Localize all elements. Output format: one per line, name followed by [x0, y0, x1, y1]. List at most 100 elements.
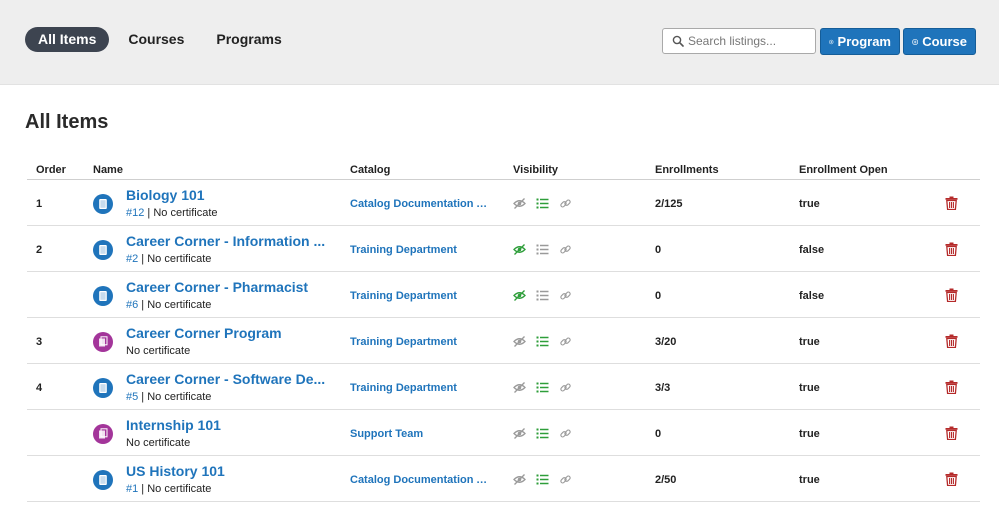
certificate-status: No certificate	[147, 483, 212, 495]
table-row: US History 101 #1 | No certificate Catal…	[27, 456, 980, 502]
hidden-eye-icon[interactable]	[513, 381, 526, 394]
delete-trash-icon[interactable]	[945, 242, 958, 257]
enrollment-open-value: true	[799, 474, 820, 486]
table-row: Internship 101 No certificate Support Te…	[27, 410, 980, 456]
list-icon[interactable]	[536, 243, 549, 256]
listing-number-link[interactable]: #5	[126, 391, 138, 403]
link-icon[interactable]	[559, 427, 572, 440]
delete-trash-icon[interactable]	[945, 426, 958, 441]
listing-subtitle: #5 | No certificate	[126, 391, 212, 403]
table-body: 1 Biology 101 #12 | No certificate Catal…	[27, 180, 980, 502]
delete-trash-icon[interactable]	[945, 288, 958, 303]
visible-eye-icon[interactable]	[513, 243, 526, 256]
add-program-button[interactable]: Program	[820, 28, 900, 55]
course-icon	[93, 286, 113, 306]
listing-name-link[interactable]: Career Corner - Software De...	[126, 371, 331, 387]
link-icon[interactable]	[559, 473, 572, 486]
catalog-link[interactable]: Training Department	[350, 382, 492, 394]
enrollments-value: 0	[655, 290, 662, 302]
listing-name-link[interactable]: US History 101	[126, 463, 331, 479]
filter-tabs: All Items Courses Programs	[25, 27, 301, 52]
listing-name-link[interactable]: Career Corner - Pharmacist	[126, 279, 331, 295]
search-input[interactable]	[688, 32, 812, 50]
visible-eye-icon[interactable]	[513, 289, 526, 302]
list-icon[interactable]	[536, 335, 549, 348]
list-icon[interactable]	[536, 381, 549, 394]
row-order: 1	[36, 198, 43, 210]
listing-subtitle: #12 | No certificate	[126, 207, 218, 219]
catalog-link[interactable]: Training Department	[350, 244, 492, 256]
add-circle-icon	[829, 39, 834, 44]
table-header: Order Name Catalog Visibility Enrollment…	[27, 159, 980, 180]
enrollment-open-value: true	[799, 336, 820, 348]
link-icon[interactable]	[559, 381, 572, 394]
listing-name-link[interactable]: Biology 101	[126, 187, 331, 203]
hidden-eye-icon[interactable]	[513, 197, 526, 210]
listings-table: Order Name Catalog Visibility Enrollment…	[27, 159, 980, 502]
listing-subtitle: #6 | No certificate	[126, 299, 212, 311]
table-row: 4 Career Corner - Software De... #5 | No…	[27, 364, 980, 410]
course-icon	[93, 194, 113, 214]
listing-name-link[interactable]: Internship 101	[126, 417, 331, 433]
tab-programs[interactable]: Programs	[203, 27, 294, 52]
catalog-link[interactable]: Support Team	[350, 428, 492, 440]
add-program-label: Program	[837, 34, 891, 49]
listing-number-link[interactable]: #6	[126, 299, 138, 311]
link-icon[interactable]	[559, 243, 572, 256]
certificate-status: No certificate	[126, 437, 191, 449]
listing-number-link[interactable]: #12	[126, 207, 144, 219]
list-icon[interactable]	[536, 289, 549, 302]
listing-subtitle: No certificate	[126, 437, 190, 449]
tab-courses[interactable]: Courses	[115, 27, 197, 52]
delete-trash-icon[interactable]	[945, 196, 958, 211]
certificate-status: No certificate	[147, 391, 212, 403]
enrollment-open-value: true	[799, 382, 820, 394]
column-header-catalog: Catalog	[350, 164, 391, 176]
catalog-link[interactable]: Catalog Documentation A...	[350, 474, 492, 486]
list-icon[interactable]	[536, 473, 549, 486]
add-circle-icon	[912, 38, 919, 45]
listing-name-link[interactable]: Career Corner Program	[126, 325, 331, 341]
catalog-link[interactable]: Training Department	[350, 336, 492, 348]
course-icon	[93, 378, 113, 398]
listing-subtitle: #2 | No certificate	[126, 253, 212, 265]
link-icon[interactable]	[559, 197, 572, 210]
enrollment-open-value: true	[799, 198, 820, 210]
tab-all-items[interactable]: All Items	[25, 27, 110, 52]
listing-name-link[interactable]: Career Corner - Information ...	[126, 233, 331, 249]
listing-subtitle: No certificate	[126, 345, 190, 357]
enrollments-value: 3/3	[655, 382, 671, 394]
hidden-eye-icon[interactable]	[513, 473, 526, 486]
column-header-enrollments: Enrollments	[655, 164, 719, 176]
link-icon[interactable]	[559, 335, 572, 348]
list-icon[interactable]	[536, 427, 549, 440]
add-course-button[interactable]: Course	[903, 28, 976, 55]
page-title: All Items	[25, 111, 109, 133]
listing-number-link[interactable]: #1	[126, 483, 138, 495]
column-header-visibility: Visibility	[513, 164, 559, 176]
delete-trash-icon[interactable]	[945, 472, 958, 487]
enrollments-value: 2/125	[655, 198, 683, 210]
column-header-enrollment-open: Enrollment Open	[799, 164, 888, 176]
list-icon[interactable]	[536, 197, 549, 210]
delete-trash-icon[interactable]	[945, 380, 958, 395]
top-toolbar: All Items Courses Programs Program Cours…	[0, 0, 999, 85]
catalog-link[interactable]: Training Department	[350, 290, 492, 302]
hidden-eye-icon[interactable]	[513, 335, 526, 348]
catalog-link[interactable]: Catalog Documentation A...	[350, 198, 492, 210]
enrollment-open-value: true	[799, 428, 820, 440]
link-icon[interactable]	[559, 289, 572, 302]
search-box[interactable]	[662, 28, 816, 54]
program-icon	[93, 332, 113, 352]
course-icon	[93, 240, 113, 260]
enrollments-value: 0	[655, 244, 662, 256]
column-header-name: Name	[93, 164, 123, 176]
search-icon	[672, 35, 684, 47]
delete-trash-icon[interactable]	[945, 334, 958, 349]
hidden-eye-icon[interactable]	[513, 427, 526, 440]
row-order: 3	[36, 336, 43, 348]
listing-subtitle: #1 | No certificate	[126, 483, 212, 495]
enrollments-value: 2/50	[655, 474, 677, 486]
listing-number-link[interactable]: #2	[126, 253, 138, 265]
certificate-status: No certificate	[147, 299, 212, 311]
